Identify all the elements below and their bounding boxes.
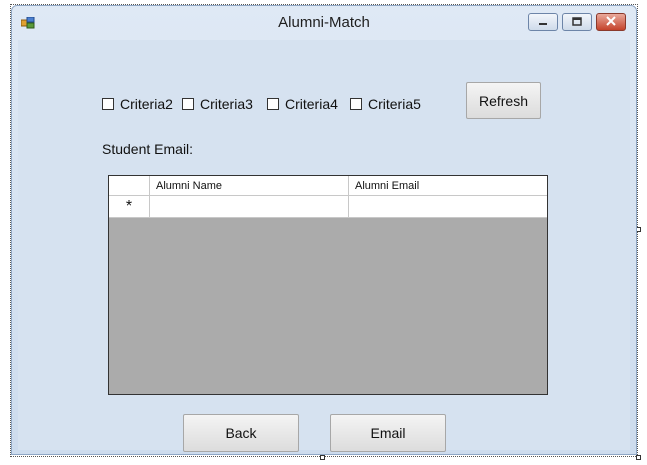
maximize-icon — [572, 13, 582, 31]
alumni-data-grid[interactable]: Alumni Name Alumni Email * — [108, 175, 548, 395]
checkbox-label: Criteria4 — [285, 96, 338, 112]
new-row-asterisk-icon: * — [125, 197, 133, 215]
row-header-corner — [109, 176, 150, 196]
checkbox-label: Criteria5 — [368, 96, 421, 112]
column-header-alumni-name[interactable]: Alumni Name — [150, 176, 349, 196]
resize-handle-corner[interactable] — [636, 455, 641, 460]
close-button[interactable] — [596, 13, 626, 31]
checkbox-box[interactable] — [267, 98, 279, 110]
email-button[interactable]: Email — [330, 414, 446, 452]
minimize-icon — [538, 13, 548, 31]
minimize-button[interactable] — [528, 13, 558, 31]
new-row-header[interactable]: * — [109, 196, 150, 218]
refresh-button[interactable]: Refresh — [466, 82, 541, 119]
checkbox-label: Criteria2 — [120, 96, 173, 112]
checkbox-box[interactable] — [102, 98, 114, 110]
checkbox-box[interactable] — [350, 98, 362, 110]
form-window: Alumni-Match Criteria2 Criteria3 Criteri… — [11, 5, 637, 455]
resize-handle-bottom[interactable] — [320, 455, 325, 460]
new-row-alumni-name-cell[interactable] — [150, 196, 349, 218]
close-icon — [606, 13, 616, 31]
student-email-label: Student Email: — [102, 141, 194, 157]
form-client-area: Criteria2 Criteria3 Criteria4 Criteria5 … — [18, 40, 630, 452]
maximize-button[interactable] — [562, 13, 592, 31]
criteria5-checkbox[interactable]: Criteria5 — [350, 96, 421, 112]
column-header-alumni-email[interactable]: Alumni Email — [349, 176, 547, 196]
back-button[interactable]: Back — [183, 414, 299, 452]
checkbox-label: Criteria3 — [200, 96, 253, 112]
criteria3-checkbox[interactable]: Criteria3 — [182, 96, 253, 112]
criteria4-checkbox[interactable]: Criteria4 — [267, 96, 338, 112]
new-row-alumni-email-cell[interactable] — [349, 196, 547, 218]
criteria2-checkbox[interactable]: Criteria2 — [102, 96, 173, 112]
title-bar[interactable]: Alumni-Match — [12, 6, 636, 40]
checkbox-box[interactable] — [182, 98, 194, 110]
